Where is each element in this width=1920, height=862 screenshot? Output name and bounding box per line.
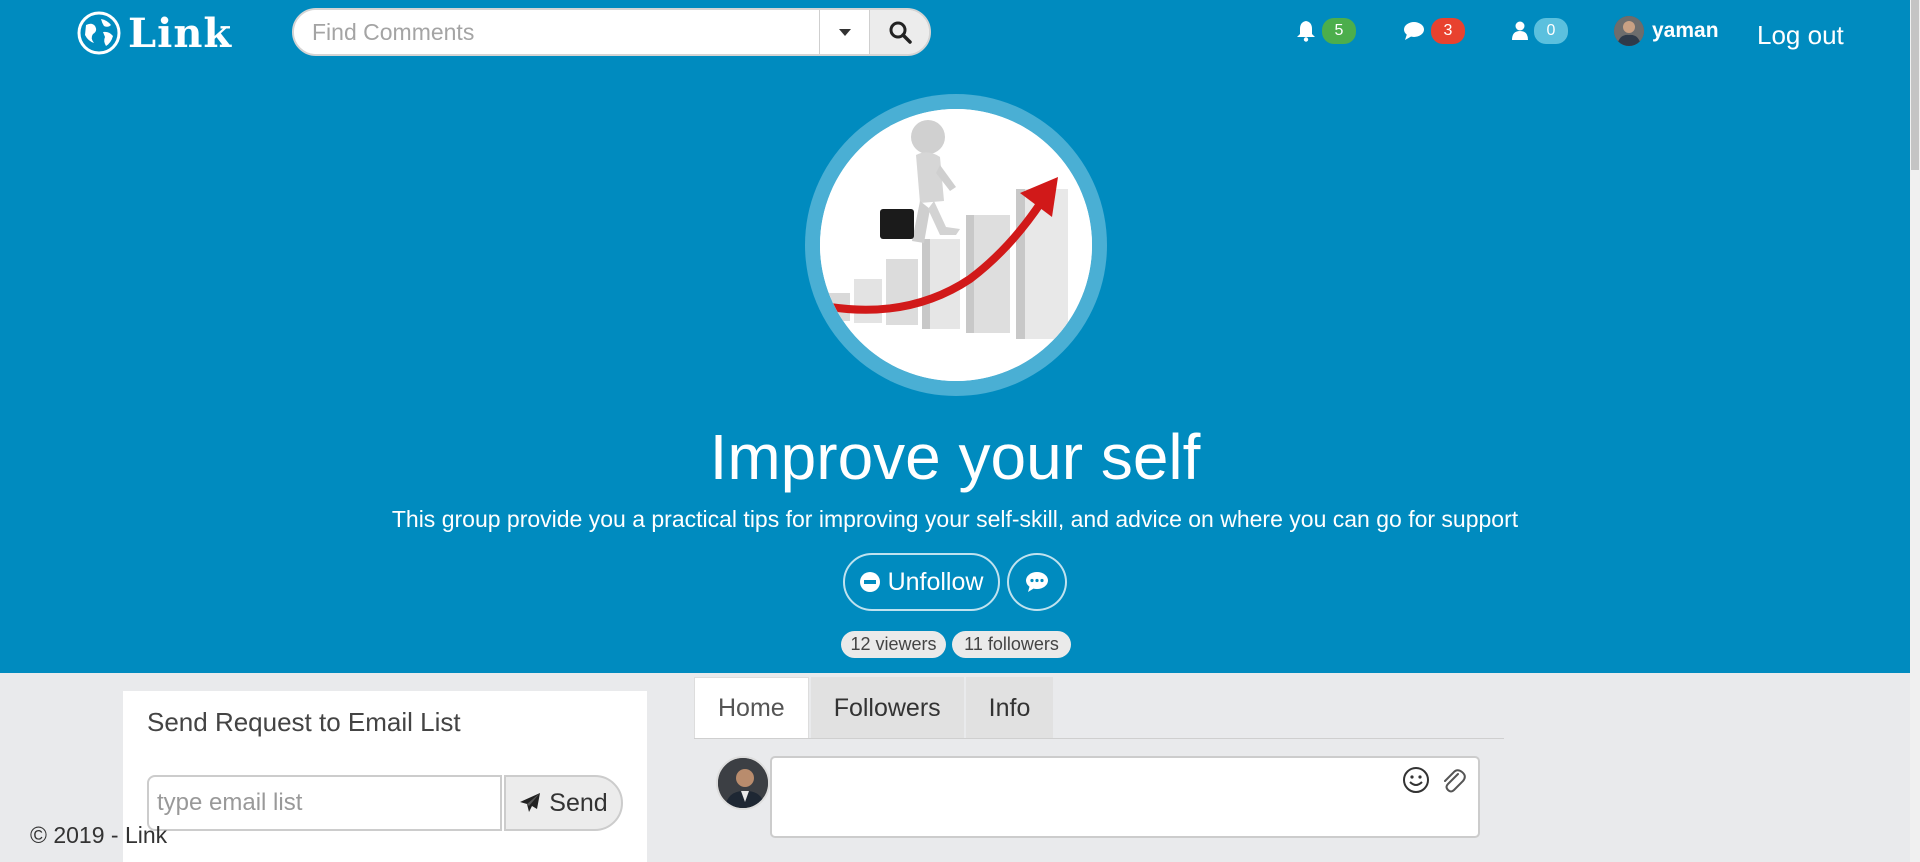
tabs-divider	[694, 738, 1504, 739]
group-header: Link 5 3 0 yaman Log out	[0, 0, 1910, 673]
avatar	[1614, 16, 1644, 46]
group-tabs: Home Followers Info	[694, 677, 1055, 739]
paper-plane-icon	[520, 793, 541, 812]
tab-home[interactable]: Home	[694, 677, 809, 739]
comment-icon	[1026, 572, 1048, 592]
paperclip-icon[interactable]	[1440, 766, 1466, 794]
group-title: Improve your self	[709, 421, 1201, 493]
globe-icon	[77, 11, 121, 55]
friends-badge: 0	[1534, 18, 1568, 44]
search-input[interactable]	[294, 10, 819, 54]
minus-circle-icon	[859, 572, 880, 592]
friends-button[interactable]: 0	[1512, 16, 1568, 46]
messages-button[interactable]: 3	[1403, 16, 1465, 46]
send-button[interactable]: Send	[504, 775, 623, 831]
followers-count: 11 followers	[952, 631, 1071, 658]
post-input[interactable]	[770, 756, 1480, 838]
username: yaman	[1652, 19, 1719, 42]
messages-badge: 3	[1431, 18, 1465, 44]
bell-icon	[1297, 21, 1315, 42]
caret-down-icon	[838, 29, 851, 36]
site-logo[interactable]: Link	[76, 9, 233, 57]
logo-text: Link	[128, 9, 233, 57]
comment-icon	[1404, 22, 1424, 40]
user-icon	[1512, 21, 1528, 40]
logout-link[interactable]: Log out	[1757, 20, 1844, 51]
email-request-card: Send Request to Email List Send	[123, 691, 647, 862]
smiley-icon[interactable]	[1402, 766, 1430, 794]
email-list-input[interactable]	[147, 775, 502, 831]
search-icon	[889, 21, 912, 44]
tab-followers[interactable]: Followers	[810, 677, 964, 739]
search-filter-dropdown[interactable]	[819, 10, 869, 54]
footer-copyright: © 2019 - Link	[30, 822, 168, 848]
send-label: Send	[549, 788, 608, 817]
scrollbar[interactable]	[1910, 0, 1920, 862]
group-description: This group provide you a practical tips …	[391, 506, 1519, 532]
notifications-button[interactable]: 5	[1296, 16, 1356, 46]
scrollbar-thumb[interactable]	[1911, 0, 1919, 170]
group-image	[820, 109, 1092, 381]
card-title: Send Request to Email List	[147, 707, 461, 737]
composer-tools	[1402, 766, 1466, 794]
viewers-count: 12 viewers	[841, 631, 946, 658]
notifications-badge: 5	[1322, 18, 1356, 44]
unfollow-button[interactable]: Unfollow	[843, 553, 1000, 611]
group-image-frame	[805, 94, 1107, 396]
group-chat-button[interactable]	[1007, 553, 1067, 611]
search-button[interactable]	[869, 10, 929, 54]
user-menu[interactable]: yaman	[1614, 16, 1719, 46]
avatar	[716, 756, 770, 810]
search-bar	[292, 8, 931, 56]
unfollow-label: Unfollow	[887, 567, 984, 596]
tab-info[interactable]: Info	[965, 677, 1054, 739]
